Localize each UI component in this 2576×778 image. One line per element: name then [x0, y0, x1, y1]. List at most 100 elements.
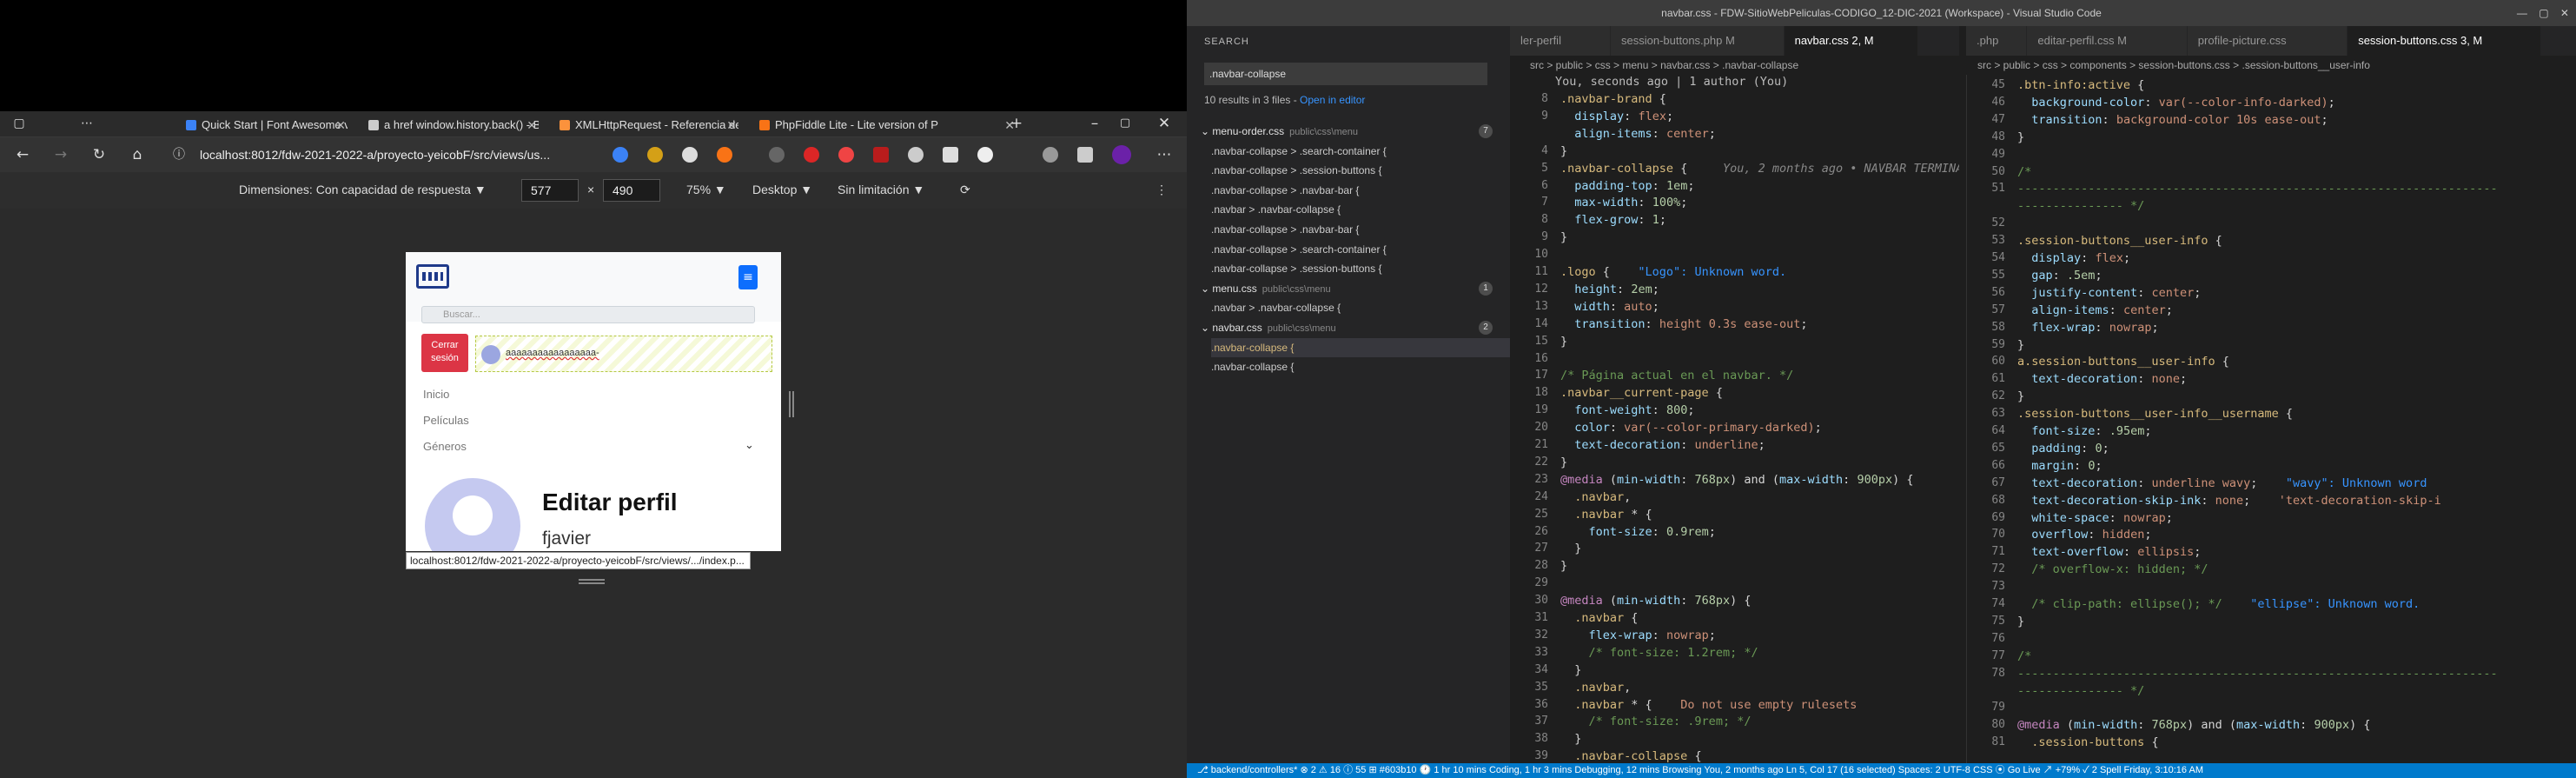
line-number: 18	[1534, 386, 1548, 400]
result-match[interactable]: .navbar > .navbar-collapse {	[1211, 298, 1341, 317]
result-match[interactable]: .navbar-collapse > .search-container {	[1211, 240, 1387, 259]
code-line: flex-wrap: nowrap;	[2031, 320, 2159, 335]
extension-icon[interactable]	[977, 147, 993, 163]
close-window-icon[interactable]: ✕	[1156, 115, 1173, 132]
editor-tab[interactable]: profile-picture.css	[2187, 26, 2348, 56]
result-match[interactable]: .navbar-collapse {	[1211, 337, 1510, 357]
editor-tab[interactable]: editar-perfil.css M	[2027, 26, 2188, 56]
result-match[interactable]: .navbar-collapse {	[1211, 357, 1294, 376]
result-match[interactable]: .navbar-collapse > .session-buttons {	[1211, 161, 1381, 180]
extension-icon[interactable]	[804, 147, 819, 163]
editor-tab[interactable]: session-buttons.php M	[1611, 26, 1785, 56]
extension-icon[interactable]	[647, 147, 663, 163]
close-tab-icon[interactable]: ✕	[726, 115, 737, 136]
code-line: /* font-size: 1.2rem; */	[1588, 645, 1758, 660]
extension-icon[interactable]	[838, 147, 854, 163]
close-tab-icon[interactable]: ✕	[335, 115, 346, 136]
line-number: 76	[1991, 631, 2005, 645]
viewport-height-input[interactable]: 490	[603, 179, 660, 202]
times-sign: ×	[587, 183, 595, 196]
menu-item-inicio[interactable]: Inicio	[423, 388, 449, 401]
extension-icon[interactable]	[682, 147, 698, 163]
editor-left[interactable]: You, seconds ago | 1 author (You) 8 .navb…	[1510, 75, 1959, 763]
throttle-select[interactable]: Sin limitación ▼	[838, 183, 924, 196]
result-match[interactable]: .navbar-collapse > .search-container {	[1211, 142, 1387, 161]
dimensions-select[interactable]: Dimensiones: Con capacidad de respuesta …	[239, 183, 487, 196]
emulated-page: ≡ Buscar... Cerrar sesión aaaaaaaaaaaaaa…	[406, 252, 781, 551]
code-line: a.session-buttons__user-info {	[2017, 355, 2229, 369]
home-icon[interactable]: ⌂	[129, 146, 146, 163]
menu-item-peliculas[interactable]: Películas	[423, 414, 469, 427]
browser-tab-3[interactable]: PhpFiddle Lite - Lite version of P ✕	[756, 115, 1016, 136]
editor-tab[interactable]: session-buttons.css 3, M	[2348, 26, 2541, 56]
line-number: 8	[1541, 92, 1548, 105]
code-line: .navbar,	[1574, 489, 1632, 504]
rotate-icon[interactable]: ⟳	[960, 183, 970, 197]
device-select[interactable]: Desktop ▼	[752, 183, 812, 196]
tab-actions-icon[interactable]: ⋯	[78, 115, 96, 132]
result-file[interactable]: ⌄ menu-order.css public\css\menu 7	[1201, 122, 1493, 141]
logout-button[interactable]: Cerrar sesión	[421, 334, 468, 372]
line-number: 71	[1991, 545, 2005, 559]
editor-tab[interactable]: .php	[1966, 26, 2028, 56]
result-match[interactable]: .navbar > .navbar-collapse {	[1211, 200, 1341, 219]
hamburger-icon[interactable]: ≡	[738, 265, 758, 289]
menu-icon[interactable]: ⋯	[1156, 146, 1173, 163]
open-in-editor-link[interactable]: Open in editor	[1300, 94, 1365, 106]
match-text: .navbar > .navbar-collapse {	[1211, 302, 1341, 315]
chevron-down-icon[interactable]: ⌄	[745, 438, 754, 452]
download-icon[interactable]	[1043, 147, 1058, 163]
editor-tab[interactable]: navbar.css 2, M	[1784, 26, 1918, 56]
site-logo[interactable]	[416, 264, 449, 289]
file-name: ⌄ menu-order.css	[1201, 125, 1285, 137]
minimize-icon[interactable]: –	[1086, 115, 1103, 132]
result-match[interactable]: .navbar-collapse > .navbar-bar {	[1211, 220, 1359, 239]
new-tab-icon[interactable]: +	[1008, 115, 1025, 132]
browser-tab-2[interactable]: XMLHttpRequest - Referencia de ✕	[556, 115, 738, 136]
extension-icon[interactable]	[908, 147, 924, 163]
line-number: 9	[1541, 230, 1548, 244]
code-line: font-size: 0.9rem;	[1588, 524, 1716, 539]
extension-icon[interactable]	[613, 147, 628, 163]
viewport-width-input[interactable]: 577	[521, 179, 579, 202]
editor-tab[interactable]: ler-perfil	[1510, 26, 1611, 56]
window-controls[interactable]: — ▢ ✕	[2517, 0, 2569, 26]
line-number: 80	[1991, 718, 2005, 732]
browser-tab-0[interactable]: Quick Start | Font Awesome v6 ✕	[182, 115, 348, 136]
menu-item-generos[interactable]: Géneros	[423, 440, 467, 453]
workspaces-icon[interactable]: ▢	[10, 115, 28, 132]
extension-icon[interactable]	[1077, 147, 1093, 163]
forward-icon[interactable]: →	[52, 146, 70, 163]
more-options-icon[interactable]: ⋮	[1156, 183, 1168, 197]
line-number: 36	[1534, 697, 1548, 711]
extension-icon[interactable]	[769, 147, 785, 163]
editor-right[interactable]: 45 .btn-info:active {46 background-color:…	[1966, 75, 2576, 763]
throttle-label: Sin limitación	[838, 183, 910, 196]
address-bar[interactable]: localhost:8012/fdw-2021-2022-a/proyecto-…	[193, 143, 593, 166]
extension-icon[interactable]	[873, 147, 889, 163]
search-input[interactable]: .navbar-collapse	[1204, 63, 1487, 85]
extension-icon[interactable]	[717, 147, 732, 163]
resize-handle-bottom[interactable]	[579, 579, 605, 584]
result-match[interactable]: .navbar-collapse > .session-buttons {	[1211, 259, 1381, 278]
user-info-link[interactable]: aaaaaaaaaaaaaaaaa-	[475, 336, 772, 372]
code-line: background-color: var(--color-info-darke…	[2031, 95, 2335, 110]
extension-icon[interactable]	[943, 147, 958, 163]
profile-avatar[interactable]	[1112, 145, 1131, 164]
resize-handle-right[interactable]	[789, 391, 794, 417]
maximize-icon[interactable]: ▢	[1116, 115, 1134, 132]
result-match[interactable]: .navbar-collapse > .navbar-bar {	[1211, 181, 1359, 200]
close-tab-icon[interactable]: ✕	[526, 115, 537, 136]
zoom-select[interactable]: 75% ▼	[686, 183, 726, 196]
search-input[interactable]: Buscar...	[421, 306, 755, 323]
line-number: 34	[1534, 662, 1548, 676]
code-line: ----------------------------------------…	[2017, 182, 2498, 196]
line-number: 57	[1991, 303, 2005, 316]
line-number: 29	[1534, 576, 1548, 590]
back-icon[interactable]: ←	[14, 146, 31, 163]
result-file[interactable]: ⌄ menu.css public\css\menu 1	[1201, 279, 1493, 298]
refresh-icon[interactable]: ↻	[90, 146, 108, 163]
match-count-badge: 1	[1479, 281, 1493, 296]
browser-tab-1[interactable]: a href window.history.back() - B ✕	[365, 115, 539, 136]
result-file[interactable]: ⌄ navbar.css public\css\menu 2	[1201, 318, 1493, 337]
